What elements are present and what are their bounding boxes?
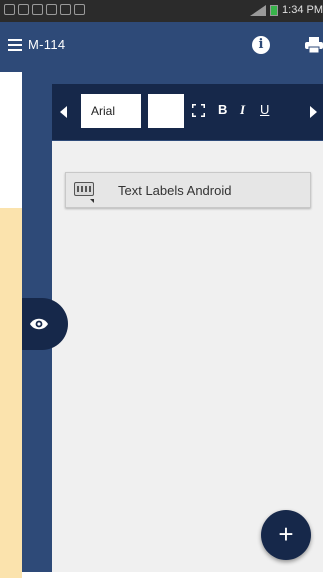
notification-icon	[32, 4, 43, 15]
scroll-left-icon[interactable]	[60, 106, 67, 118]
expand-icon[interactable]	[192, 104, 205, 117]
signal-icon	[250, 4, 267, 16]
notification-icons	[4, 4, 85, 15]
italic-button[interactable]: I	[240, 102, 245, 118]
eye-icon	[30, 318, 48, 330]
info-icon[interactable]: i	[252, 36, 270, 54]
keyboard-icon	[74, 182, 94, 196]
font-family-select[interactable]: Arial	[81, 94, 141, 128]
status-bar: 1:34 PM	[0, 0, 323, 22]
app-bar: M-114 i	[0, 22, 323, 72]
bold-button[interactable]: B	[218, 102, 227, 117]
clock: 1:34 PM	[282, 4, 323, 16]
system-icons: 1:34 PM	[250, 4, 323, 16]
underline-button[interactable]: U	[260, 102, 269, 117]
background-decoration	[0, 208, 22, 578]
page-title: M-114	[28, 37, 66, 52]
corner-indicator-icon	[90, 199, 94, 203]
font-size-input[interactable]	[148, 94, 184, 128]
add-button[interactable]: +	[261, 510, 311, 560]
battery-icon	[270, 4, 279, 16]
notification-icon	[18, 4, 29, 15]
notification-icon	[74, 4, 85, 15]
text-label-object[interactable]: Text Labels Android	[65, 172, 311, 208]
text-label-content: Text Labels Android	[118, 183, 232, 198]
label-canvas[interactable]: Text Labels Android	[52, 141, 323, 572]
format-toolbar: Arial B I U	[52, 84, 323, 140]
menu-icon[interactable]	[8, 39, 22, 51]
print-icon[interactable]	[305, 37, 323, 53]
notification-icon	[46, 4, 57, 15]
notification-icon	[4, 4, 15, 15]
scroll-right-icon[interactable]	[310, 106, 317, 118]
notification-icon	[60, 4, 71, 15]
